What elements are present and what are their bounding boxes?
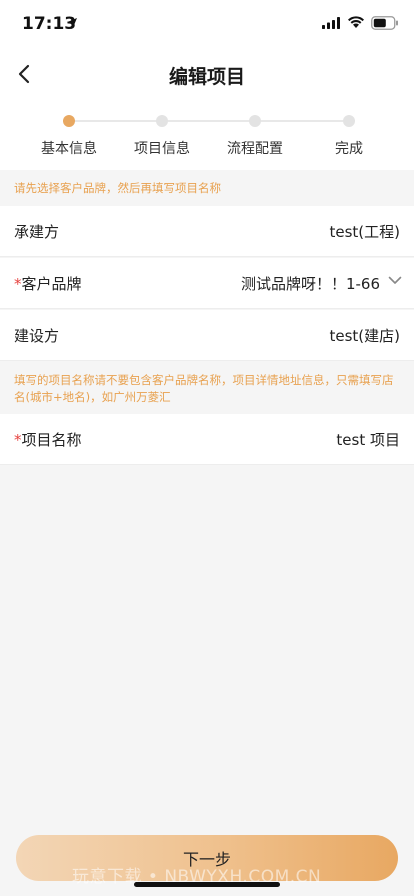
- cellular-signal-icon: [322, 17, 340, 29]
- step-dot-project-info: [156, 115, 168, 127]
- page-title: 编辑项目: [168, 66, 245, 88]
- step-connector: [168, 120, 250, 122]
- contractor-value: test(工程): [329, 223, 400, 241]
- required-mark: *: [14, 275, 22, 293]
- step-label-project-info: 项目信息: [134, 141, 190, 157]
- step-connector: [75, 120, 157, 122]
- location-arrow-icon: [67, 18, 77, 28]
- chevron-down-icon: [388, 276, 402, 284]
- customer-brand-label-text: 客户品牌: [21, 275, 82, 293]
- step-label-process-config: 流程配置: [227, 141, 283, 157]
- battery-icon: [371, 16, 398, 30]
- step-label-complete: 完成: [335, 141, 363, 157]
- builder-label: 建设方: [14, 327, 60, 345]
- step-dot-complete: [343, 115, 355, 127]
- project-name-row[interactable]: *项目名称 test 项目: [0, 414, 414, 465]
- status-bar: 17:13: [0, 0, 414, 50]
- builder-value: test(建店): [329, 327, 400, 345]
- step-dot-process-config: [249, 115, 261, 127]
- nav-bar: 编辑项目: [0, 50, 414, 98]
- project-name-label: *项目名称: [14, 429, 82, 450]
- step-indicator: 基本信息 项目信息 流程配置 完成: [0, 98, 414, 170]
- builder-row[interactable]: 建设方 test(建店): [0, 310, 414, 361]
- customer-brand-row[interactable]: *客户品牌 测试品牌呀！！1-66: [0, 258, 414, 309]
- home-indicator: [134, 882, 280, 887]
- customer-brand-label: *客户品牌: [14, 273, 82, 294]
- customer-brand-value: 测试品牌呀！！1-66: [240, 275, 380, 293]
- step-connector: [261, 120, 343, 122]
- step-label-basic-info: 基本信息: [41, 141, 97, 157]
- project-name-label-text: 项目名称: [21, 431, 82, 449]
- wifi-icon: [348, 16, 364, 28]
- step-dot-basic-info: [63, 115, 75, 127]
- project-name-value: test 项目: [336, 431, 400, 449]
- required-mark: *: [14, 431, 22, 449]
- contractor-label: 承建方: [14, 223, 60, 241]
- contractor-row[interactable]: 承建方 test(工程): [0, 206, 414, 257]
- project-name-notice: 填写的项目名称请不要包含客户品牌名称，项目详情地址信息，只需填写店名(城市+地名…: [0, 362, 414, 414]
- brand-first-notice: 请先选择客户品牌，然后再填写项目名称: [0, 170, 414, 206]
